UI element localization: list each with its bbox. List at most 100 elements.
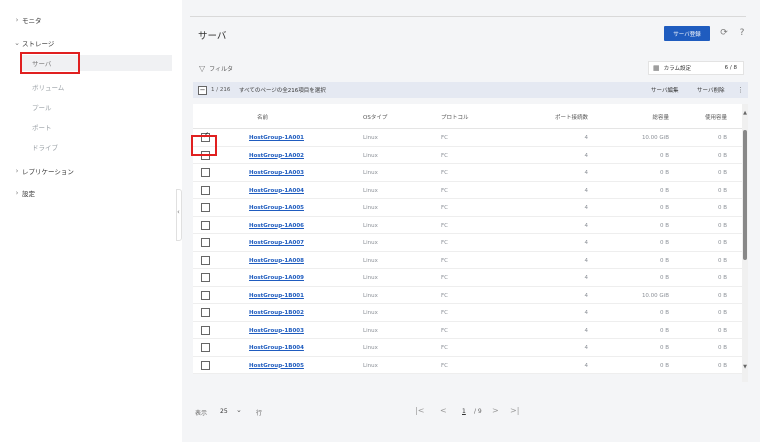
row-checkbox[interactable]	[201, 360, 210, 370]
row-checkbox[interactable]	[201, 238, 210, 247]
sidebar-item-label: 設定	[22, 190, 35, 198]
row-checkbox[interactable]	[201, 203, 210, 212]
server-name-link[interactable]: HostGroup-1A001	[249, 135, 304, 141]
server-name-link[interactable]: HostGroup-1A007	[249, 240, 304, 246]
table-row[interactable]: HostGroup-1B004 Linux FC 4 0 B 0 B	[193, 339, 748, 357]
sidebar-subitem-pool[interactable]: プール	[22, 99, 172, 115]
prev-page-icon[interactable]: <	[440, 406, 447, 415]
server-name-link[interactable]: HostGroup-1A008	[249, 258, 304, 264]
row-checkbox[interactable]	[201, 273, 210, 282]
column-header-protocol[interactable]: プロトコル	[441, 113, 469, 121]
deselect-checkbox[interactable]: −	[198, 85, 207, 95]
used-capacity-cell: 0 B	[717, 205, 727, 211]
row-checkbox[interactable]	[201, 255, 210, 265]
column-header-used[interactable]: 使用容量	[693, 113, 727, 121]
column-header-name[interactable]: 名前	[257, 113, 268, 121]
filter-button[interactable]: ▽ フィルタ	[199, 64, 233, 73]
column-header-total[interactable]: 総容量	[629, 113, 669, 121]
table-row[interactable]: HostGroup-1A009 Linux FC 4 0 B 0 B	[193, 269, 748, 287]
row-checkbox[interactable]	[201, 290, 210, 300]
total-capacity-cell: 0 B	[659, 222, 669, 229]
port-count-cell: 4	[584, 275, 589, 281]
port-count-cell: 4	[584, 327, 589, 334]
os-type-cell: Linux	[363, 362, 378, 369]
chevron-down-icon[interactable]: ⌄	[236, 406, 242, 414]
edit-server-button[interactable]: サーバ編集	[651, 86, 678, 94]
column-settings-button[interactable]: ▦ カラム設定 6 / 8	[648, 61, 744, 75]
protocol-cell: FC	[441, 310, 449, 316]
sidebar-item-label: ドライブ	[32, 144, 58, 152]
scroll-up-arrow-icon[interactable]: ▲	[742, 110, 748, 116]
rows-label: 行	[256, 410, 263, 417]
row-checkbox[interactable]	[201, 325, 210, 335]
table-row[interactable]: HostGroup-1A004 Linux FC 4 0 B 0 B	[193, 181, 748, 199]
table-row[interactable]: HostGroup-1B002 Linux FC 4 0 B 0 B	[193, 304, 748, 322]
sidebar-collapse-handle[interactable]: ‹	[176, 189, 182, 241]
more-menu-icon[interactable]: ⋮	[737, 86, 744, 94]
table-row[interactable]: HostGroup-1B005 Linux FC 4 0 B 0 B	[193, 356, 748, 374]
row-checkbox[interactable]	[201, 185, 210, 195]
row-checkbox[interactable]	[201, 343, 210, 352]
os-type-cell: Linux	[363, 205, 378, 211]
table-row[interactable]: HostGroup-1A003 Linux FC 4 0 B 0 B	[193, 164, 748, 182]
used-capacity-cell: 0 B	[717, 292, 727, 299]
table-row[interactable]: HostGroup-1A008 Linux FC 4 0 B 0 B	[193, 251, 748, 269]
column-settings-label: カラム設定	[663, 66, 691, 72]
table-row[interactable]: HostGroup-1A005 Linux FC 4 0 B 0 B	[193, 199, 748, 217]
port-count-cell: 4	[584, 240, 589, 246]
column-header-ports[interactable]: ポート接続数	[533, 113, 588, 121]
table-row[interactable]: HostGroup-1A001 Linux FC 4 10.00 GiB 0 B	[193, 129, 748, 147]
delete-server-button[interactable]: サーバ削除	[697, 86, 724, 94]
sidebar-subitem-drive[interactable]: ドライブ	[22, 139, 172, 155]
server-name-link[interactable]: HostGroup-1B002	[249, 310, 304, 316]
refresh-icon[interactable]: ⟳	[718, 27, 730, 39]
server-name-link[interactable]: HostGroup-1B004	[249, 345, 304, 351]
selection-bar: − 1 / 216 すべてのページの全216項目を選択 サーバ編集 サーバ削除 …	[193, 82, 748, 98]
sidebar-item-replication[interactable]: › レプリケーション	[0, 164, 176, 178]
total-capacity-cell: 10.00 GiB	[641, 292, 669, 299]
scrollbar-thumb[interactable]	[743, 130, 747, 260]
row-checkbox[interactable]	[201, 308, 210, 317]
next-page-icon[interactable]: >	[492, 406, 499, 415]
protocol-cell: FC	[441, 240, 449, 246]
server-name-link[interactable]: HostGroup-1B001	[249, 293, 304, 299]
server-name-link[interactable]: HostGroup-1B003	[249, 328, 304, 334]
total-capacity-cell: 0 B	[659, 240, 669, 246]
sidebar-item-monitor[interactable]: › モニタ	[0, 13, 176, 27]
server-name-link[interactable]: HostGroup-1A005	[249, 205, 304, 211]
server-name-link[interactable]: HostGroup-1A006	[249, 223, 304, 229]
total-capacity-cell: 0 B	[659, 152, 669, 159]
column-header-os[interactable]: OSタイプ	[363, 113, 387, 121]
table-row[interactable]: HostGroup-1B003 Linux FC 4 0 B 0 B	[193, 321, 748, 339]
server-name-link[interactable]: HostGroup-1A004	[249, 188, 304, 194]
sidebar-subitem-port[interactable]: ポート	[22, 119, 172, 135]
server-name-link[interactable]: HostGroup-1A003	[249, 170, 304, 176]
first-page-icon[interactable]: |<	[415, 406, 424, 415]
current-page-input[interactable]: 1	[462, 408, 466, 415]
port-count-cell: 4	[584, 310, 589, 316]
port-count-cell: 4	[584, 205, 589, 211]
row-checkbox[interactable]	[201, 168, 210, 177]
table-row[interactable]: HostGroup-1B001 Linux FC 4 10.00 GiB 0 B	[193, 286, 748, 304]
sidebar-item-label: ストレージ	[22, 40, 55, 48]
os-type-cell: Linux	[363, 152, 378, 159]
sidebar-item-settings[interactable]: › 設定	[0, 186, 176, 200]
page-size-select[interactable]: 25	[220, 408, 228, 415]
row-checkbox[interactable]	[201, 220, 210, 230]
sidebar-item-storage[interactable]: ⌄ ストレージ	[0, 36, 176, 50]
os-type-cell: Linux	[363, 187, 378, 194]
sidebar-item-label: ボリューム	[32, 84, 65, 92]
port-count-cell: 4	[584, 362, 589, 369]
server-name-link[interactable]: HostGroup-1A009	[249, 275, 304, 281]
select-all-pages-link[interactable]: すべてのページの全216項目を選択	[239, 86, 326, 94]
help-icon[interactable]: ?	[736, 27, 748, 39]
register-server-button[interactable]: サーバ登録	[664, 26, 710, 41]
server-name-link[interactable]: HostGroup-1A002	[249, 153, 304, 159]
scroll-down-arrow-icon[interactable]: ▼	[742, 364, 748, 370]
sidebar-subitem-volume[interactable]: ボリューム	[22, 79, 172, 95]
server-name-link[interactable]: HostGroup-1B005	[249, 363, 304, 369]
last-page-icon[interactable]: >|	[510, 406, 519, 415]
table-row[interactable]: HostGroup-1A002 Linux FC 4 0 B 0 B	[193, 146, 748, 164]
table-row[interactable]: HostGroup-1A007 Linux FC 4 0 B 0 B	[193, 234, 748, 252]
table-row[interactable]: HostGroup-1A006 Linux FC 4 0 B 0 B	[193, 216, 748, 234]
